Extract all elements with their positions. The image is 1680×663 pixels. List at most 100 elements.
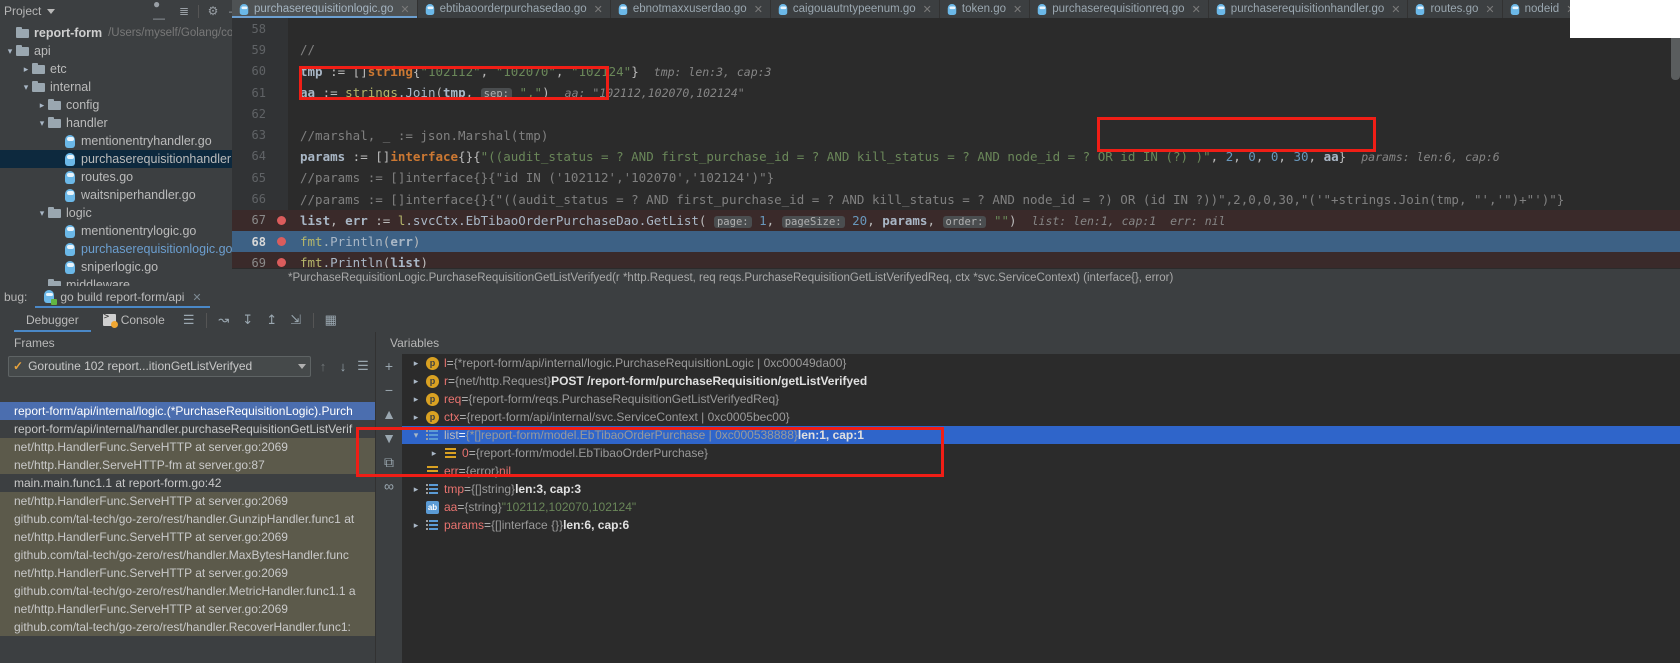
frame-row[interactable]: net/http.HandlerFunc.ServeHTTP at server…: [0, 492, 375, 510]
editor-tab-ebnotmaxxuserdao-go[interactable]: ebnotmaxxuserdao.go ✕: [611, 0, 771, 18]
chevron-down-icon[interactable]: ▾: [406, 430, 426, 441]
frame-row[interactable]: github.com/tal-tech/go-zero/rest/handler…: [0, 546, 375, 564]
close-icon[interactable]: ✕: [594, 3, 603, 16]
move-up-icon[interactable]: ▲: [376, 402, 402, 426]
close-icon[interactable]: ✕: [1391, 3, 1400, 16]
chevron-right-icon[interactable]: ▸: [20, 63, 32, 75]
tab-debugger[interactable]: Debugger: [14, 308, 91, 332]
close-icon[interactable]: ✕: [1192, 3, 1201, 16]
frames-list[interactable]: report-form/api/internal/logic.(*Purchas…: [0, 402, 375, 663]
breakpoint-icon[interactable]: [274, 237, 288, 247]
close-icon[interactable]: ✕: [923, 3, 932, 16]
collapse-all-icon[interactable]: ●—: [153, 0, 171, 25]
chevron-right-icon[interactable]: ▸: [406, 376, 426, 387]
close-icon[interactable]: ✕: [400, 3, 409, 16]
infinity-icon[interactable]: ∞: [376, 474, 402, 498]
thread-selector[interactable]: ✓ Goroutine 102 report...itionGetListVer…: [8, 355, 311, 377]
code-line-63[interactable]: 63 //marshal, _ := json.Marshal(tmp): [232, 124, 1680, 145]
tree-item-waitsniperhandler-go[interactable]: waitsniperhandler.go: [0, 186, 250, 204]
code-line-60[interactable]: 60 tmp := []string{"102112", "102070", "1…: [232, 61, 1680, 82]
chevron-right-icon[interactable]: ▸: [406, 412, 426, 423]
frame-row[interactable]: report-form/api/internal/handler.purchas…: [0, 420, 375, 438]
tree-item-purchaserequisitionlogic-go[interactable]: purchaserequisitionlogic.go: [0, 240, 250, 258]
tree-item-mentionentryhandler-go[interactable]: mentionentryhandler.go: [0, 132, 250, 150]
code-line-66[interactable]: 66 //params := []interface{}{"((audit_sta…: [232, 188, 1680, 209]
frame-row[interactable]: report-form/api/internal/logic.(*Purchas…: [0, 402, 375, 420]
frame-row[interactable]: net/http.Handler.ServeHTTP-fm at server.…: [0, 456, 375, 474]
run-configuration-tab[interactable]: go build report-form/api ✕: [35, 286, 210, 308]
tree-item-logic[interactable]: ▾ logic: [0, 204, 250, 222]
code-line-65[interactable]: 65 //params := []interface{}{"id IN ('102…: [232, 167, 1680, 188]
evaluate-expression-icon[interactable]: ▦: [319, 308, 343, 332]
project-panel-title[interactable]: Project: [4, 4, 41, 18]
tree-item-config[interactable]: ▸ config: [0, 96, 250, 114]
chevron-down-icon[interactable]: ▾: [36, 117, 48, 129]
tree-item-routes-go[interactable]: routes.go: [0, 168, 250, 186]
layout-settings-icon[interactable]: ☰: [177, 308, 201, 332]
chevron-down-icon[interactable]: [47, 8, 56, 14]
step-over-icon[interactable]: ↝: [212, 308, 236, 332]
step-into-icon[interactable]: ↧: [236, 308, 260, 332]
copy-icon[interactable]: ⧉: [376, 450, 402, 474]
tree-item-mentionentrylogic-go[interactable]: mentionentrylogic.go: [0, 222, 250, 240]
close-icon[interactable]: ✕: [192, 291, 201, 304]
code-line-62[interactable]: 62: [232, 103, 1680, 124]
variable-row-l[interactable]: ▸ p l = {*report-form/api/internal/logic.P…: [402, 354, 1680, 372]
variable-row-err[interactable]: err = {error} nil: [402, 462, 1680, 480]
tree-item-api[interactable]: ▾ api: [0, 42, 250, 60]
code-line-68[interactable]: 68 fmt.Println(err): [232, 230, 1680, 253]
frame-row[interactable]: github.com/tal-tech/go-zero/rest/handler…: [0, 510, 375, 528]
close-icon[interactable]: ✕: [1485, 3, 1494, 16]
chevron-down-icon[interactable]: ▾: [36, 207, 48, 219]
code-line-64[interactable]: 64 params := []interface{}{"((audit_statu…: [232, 146, 1680, 167]
variable-row-req[interactable]: ▸ p req = {report-form/reqs.PurchaseRequis…: [402, 390, 1680, 408]
tree-item-internal[interactable]: ▾ internal: [0, 78, 250, 96]
variable-row-ctx[interactable]: ▸ p ctx = {report-form/api/internal/svc.Se…: [402, 408, 1680, 426]
editor-tab-ebtibaoorderpurchasedao-go[interactable]: ebtibaoorderpurchasedao.go ✕: [418, 0, 611, 18]
chevron-down-icon[interactable]: ▾: [20, 81, 32, 93]
tree-item-etc[interactable]: ▸ etc: [0, 60, 250, 78]
frame-row[interactable]: main.main.func1.1 at report-form.go:42: [0, 474, 375, 492]
code-editor[interactable]: 58 59 // 60 tmp := []string{"102112", "10207…: [232, 18, 1680, 268]
variable-row-r[interactable]: ▸ p r = {net/http.Request} POST /report-fo…: [402, 372, 1680, 390]
editor-tab-caigouautntypeenum-go[interactable]: caigouautntypeenum.go ✕: [771, 0, 940, 18]
chevron-down-icon[interactable]: [298, 363, 306, 369]
tab-console[interactable]: Console: [91, 308, 177, 332]
breadcrumb[interactable]: *PurchaseRequisitionLogic.PurchaseRequis…: [232, 269, 1680, 286]
breakpoint-icon[interactable]: [274, 258, 288, 268]
variable-row-0[interactable]: ▸ 0 = {report-form/model.EbTibaoOrderPurc…: [402, 444, 1680, 462]
tree-item-purchaserequisitionhandler[interactable]: purchaserequisitionhandler: [0, 150, 250, 168]
close-icon[interactable]: ✕: [754, 3, 763, 16]
code-line-67[interactable]: 67 list, err := l.svcCtx.EbTibaoOrderPurc…: [232, 209, 1680, 231]
frames-menu-icon[interactable]: ☰: [355, 358, 371, 374]
frame-up-icon[interactable]: ↑: [315, 359, 331, 374]
frame-row[interactable]: net/http.HandlerFunc.ServeHTTP at server…: [0, 438, 375, 456]
code-line-69[interactable]: 69 fmt.Println(list): [232, 252, 1680, 268]
chevron-right-icon[interactable]: ▸: [424, 448, 444, 459]
editor-tab-purchaserequisitionreq-go[interactable]: purchaserequisitionreq.go ✕: [1030, 0, 1209, 18]
move-down-icon[interactable]: ▼: [376, 426, 402, 450]
settings-gear-icon[interactable]: ⚙: [204, 2, 222, 20]
variables-list[interactable]: ▸ p l = {*report-form/api/internal/logic.P…: [402, 354, 1680, 663]
frame-row[interactable]: github.com/tal-tech/go-zero/rest/handler…: [0, 618, 375, 636]
run-to-cursor-icon[interactable]: ⇲: [284, 308, 308, 332]
variable-row-tmp[interactable]: ▸ tmp = {[]string} len:3, cap:3: [402, 480, 1680, 498]
editor-tab-purchaserequisitionlogic-go[interactable]: purchaserequisitionlogic.go ✕: [232, 0, 418, 18]
editor-tab-purchaserequisitionhandler-go[interactable]: purchaserequisitionhandler.go ✕: [1209, 0, 1409, 18]
frame-row[interactable]: net/http.HandlerFunc.ServeHTTP at server…: [0, 528, 375, 546]
tree-item-handler[interactable]: ▾ handler: [0, 114, 250, 132]
frame-row[interactable]: github.com/tal-tech/go-zero/rest/handler…: [0, 582, 375, 600]
frame-row[interactable]: net/http.HandlerFunc.ServeHTTP at server…: [0, 564, 375, 582]
chevron-right-icon[interactable]: ▸: [406, 520, 426, 531]
remove-watch-icon[interactable]: −: [376, 378, 402, 402]
variable-row-params[interactable]: ▸ params = {[]interface {}} len:6, cap:6: [402, 516, 1680, 534]
chevron-right-icon[interactable]: ▸: [406, 358, 426, 369]
tree-item-sniperlogic-go[interactable]: sniperlogic.go: [0, 258, 250, 276]
chevron-down-icon[interactable]: ▾: [4, 45, 16, 57]
frame-down-icon[interactable]: ↓: [335, 359, 351, 374]
tree-item-report-form[interactable]: report-form/Users/myself/Golang/con: [0, 24, 250, 42]
chevron-right-icon[interactable]: ▸: [36, 99, 48, 111]
code-line-61[interactable]: 61 aa := strings.Join(tmp, sep: ",") aa: …: [232, 82, 1680, 103]
editor-tab-token-go[interactable]: token.go ✕: [940, 0, 1031, 18]
breakpoint-icon[interactable]: [274, 215, 288, 225]
